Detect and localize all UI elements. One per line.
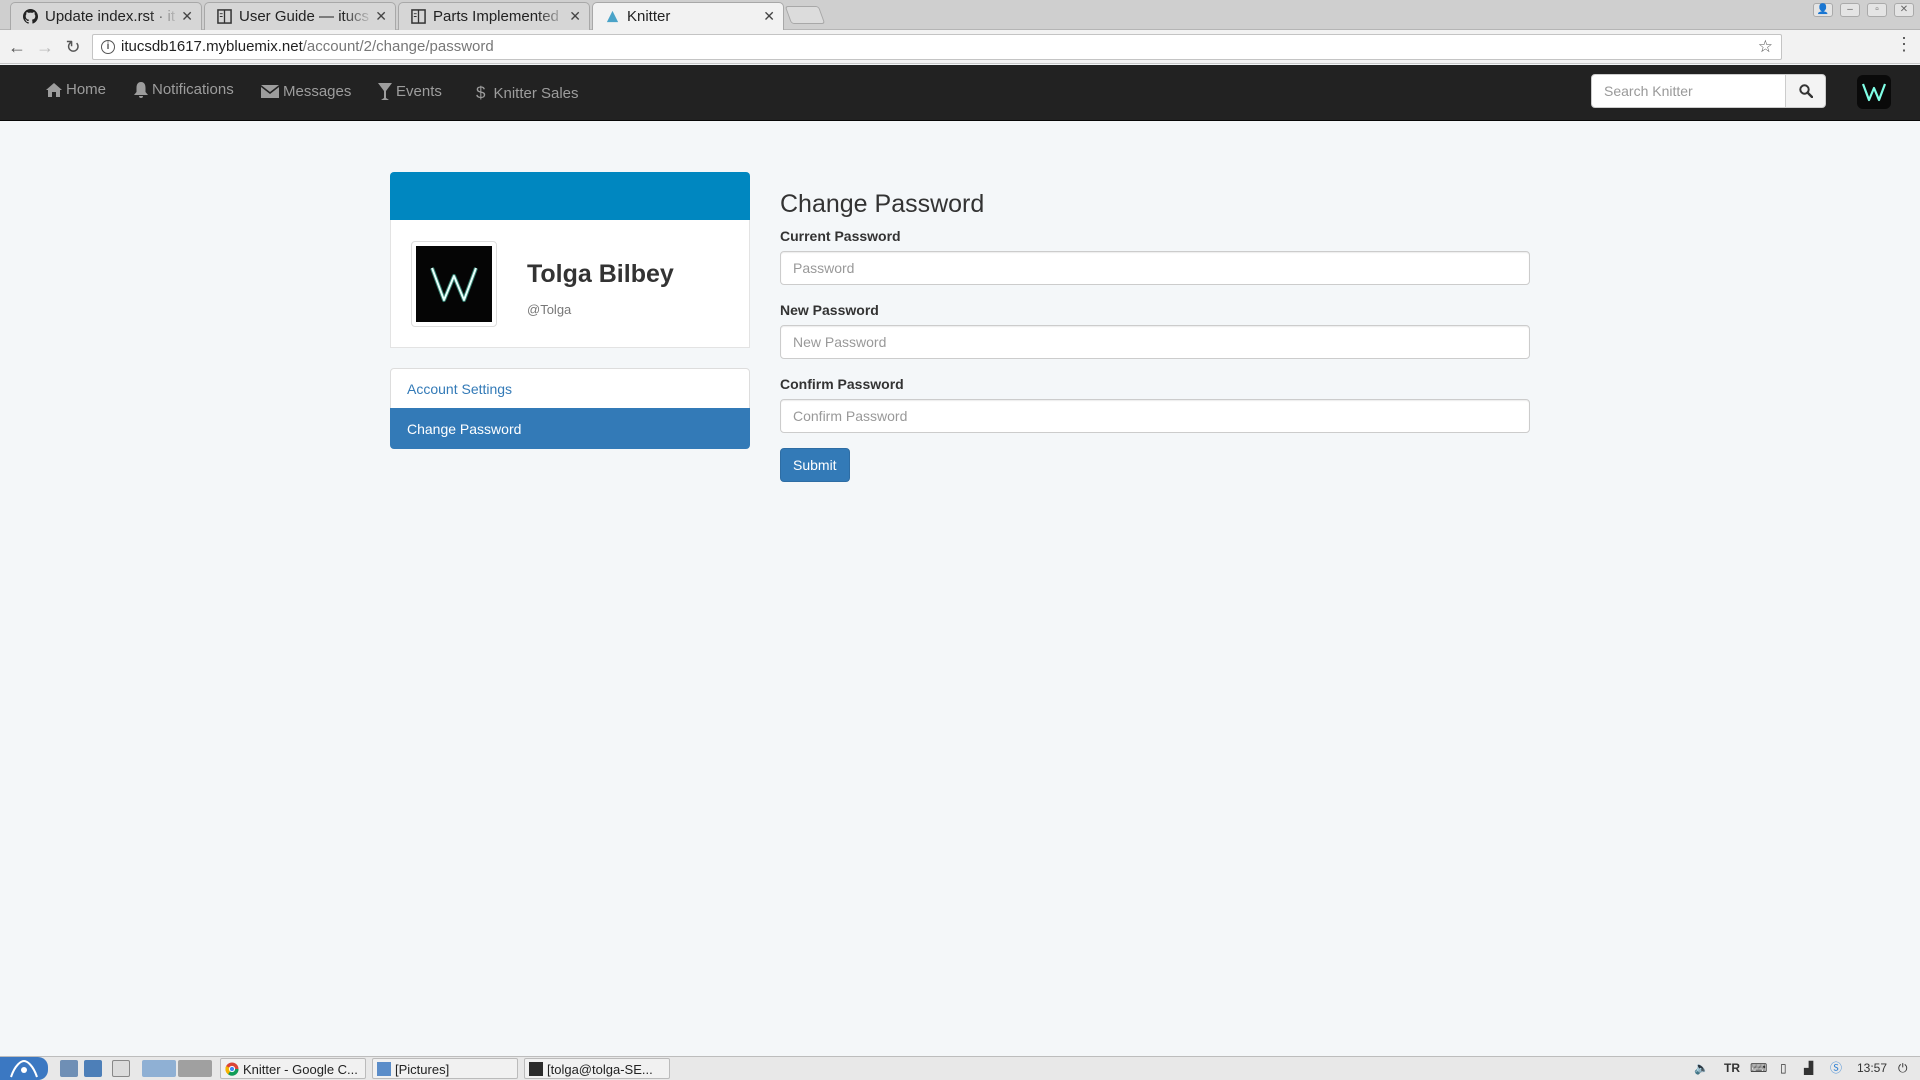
browser-tab[interactable]: Parts Implemented ✕ (398, 2, 590, 30)
taskbar-window-label: [Pictures] (395, 1062, 450, 1077)
start-menu-button[interactable] (0, 1057, 48, 1080)
close-icon[interactable]: ✕ (763, 3, 775, 30)
sidebar-item-change-password[interactable]: Change Password (390, 408, 750, 449)
profile-banner (390, 172, 750, 220)
browser-tab-strip: Update index.rst · it ✕ User Guide — itu… (0, 0, 1920, 30)
close-icon[interactable]: ✕ (569, 3, 581, 30)
document-icon (217, 9, 232, 24)
profile-card: Tolga Bilbey @Tolga (390, 172, 750, 348)
nav-label: Notifications (152, 81, 234, 98)
forward-icon[interactable]: → (34, 36, 56, 58)
knitter-icon (606, 10, 619, 23)
nav-events[interactable]: Events (378, 83, 442, 100)
network-icon[interactable] (84, 1060, 102, 1077)
address-bar[interactable]: i itucsdb1617.mybluemix.net/account/2/ch… (92, 34, 1782, 60)
avatar (411, 241, 497, 327)
info-icon[interactable]: i (101, 40, 115, 54)
battery-icon[interactable]: ▯ (1780, 1057, 1787, 1080)
envelope-icon (261, 85, 279, 98)
nav-knitter-sales[interactable]: $ Knitter Sales (476, 83, 579, 103)
profile-name: Tolga Bilbey (527, 260, 674, 288)
nav-label: Messages (283, 83, 352, 100)
signal-icon[interactable]: ▟ (1804, 1057, 1813, 1080)
keyboard-layout[interactable]: TR (1724, 1057, 1740, 1080)
dollar-icon: $ (476, 83, 486, 102)
keyboard-icon[interactable]: ⌨ (1750, 1057, 1767, 1080)
current-password-label: Current Password (780, 228, 901, 244)
url-host: itucsdb1617.mybluemix.net (121, 38, 303, 55)
start-menu-icon (10, 1059, 38, 1078)
back-icon[interactable]: ← (6, 36, 28, 58)
minimize-icon[interactable]: – (1840, 3, 1860, 17)
reload-icon[interactable]: ↻ (62, 36, 84, 58)
profile-handle: @Tolga (527, 302, 572, 317)
browser-tab[interactable]: Update index.rst · it ✕ (10, 2, 202, 30)
navbar-search (1591, 74, 1826, 108)
avatar[interactable] (1857, 75, 1891, 109)
taskbar-window-label: [tolga@tolga-SE... (547, 1062, 653, 1077)
submit-button[interactable]: Submit (780, 448, 850, 482)
settings-menu: Account Settings Change Password (390, 368, 750, 449)
taskbar-window-pictures[interactable]: [Pictures] (372, 1058, 518, 1079)
new-tab-button[interactable] (784, 6, 826, 24)
taskbar-window-label: Knitter - Google C... (243, 1062, 358, 1077)
nav-notifications[interactable]: Notifications (134, 81, 234, 98)
bookmark-star-icon[interactable]: ☆ (1758, 35, 1773, 59)
window-icon[interactable] (112, 1060, 130, 1077)
skype-icon[interactable]: Ⓢ (1830, 1057, 1842, 1080)
search-button[interactable] (1785, 74, 1826, 108)
confirm-password-label: Confirm Password (780, 376, 904, 392)
url-path: /account/2/change/password (302, 38, 494, 55)
new-password-label: New Password (780, 302, 879, 318)
power-icon[interactable]: ⏻ (1898, 1057, 1908, 1080)
clock: 13:57 (1857, 1061, 1888, 1075)
taskbar-window-terminal[interactable]: [tolga@tolga-SE... (524, 1058, 670, 1079)
url-text: itucsdb1617.mybluemix.net/account/2/chan… (121, 35, 494, 59)
close-icon[interactable]: ✕ (375, 3, 387, 30)
user-logo-icon (430, 267, 478, 302)
document-icon (411, 9, 426, 24)
terminal-icon (529, 1062, 543, 1076)
volume-icon[interactable]: 🔈 (1694, 1057, 1709, 1080)
close-icon[interactable]: ✕ (181, 3, 193, 30)
glass-icon (378, 83, 392, 100)
folder-icon (377, 1062, 391, 1076)
form-group-current-password: Current Password (780, 226, 1530, 285)
maximize-icon[interactable]: ▫ (1867, 3, 1887, 17)
user-logo-icon (1861, 83, 1887, 102)
confirm-password-field[interactable] (780, 399, 1530, 433)
nav-messages[interactable]: Messages (261, 83, 351, 100)
close-window-icon[interactable]: ✕ (1894, 3, 1914, 17)
change-password-form: Change Password Current Password New Pas… (780, 186, 1530, 482)
workspace-1-icon[interactable] (142, 1060, 176, 1077)
workspace-2-icon[interactable] (178, 1060, 212, 1077)
nav-label: Knitter Sales (493, 84, 579, 102)
page-title: Change Password (780, 190, 985, 218)
profile-body: Tolga Bilbey @Tolga (390, 220, 750, 348)
nav-home[interactable]: Home (46, 81, 106, 98)
app-navbar: Home Notifications Messages Events $ Kni… (0, 65, 1920, 121)
github-icon (23, 9, 38, 24)
browser-tab-active[interactable]: Knitter ✕ (592, 2, 784, 30)
taskbar-window-chrome[interactable]: Knitter - Google C... (220, 1058, 366, 1079)
nav-label: Events (396, 83, 442, 100)
form-group-confirm-password: Confirm Password (780, 374, 1530, 433)
browser-tab[interactable]: User Guide — itucs ✕ (204, 2, 396, 30)
search-input[interactable] (1591, 74, 1786, 108)
chrome-icon (225, 1062, 239, 1076)
home-icon (46, 82, 62, 97)
os-taskbar: Knitter - Google C... [Pictures] [tolga@… (0, 1056, 1920, 1080)
nav-label: Home (66, 81, 107, 98)
bell-icon (134, 81, 148, 98)
current-password-field[interactable] (780, 251, 1530, 285)
user-profile-icon[interactable]: 👤 (1813, 3, 1833, 17)
form-group-new-password: New Password (780, 300, 1530, 359)
search-icon (1798, 84, 1813, 98)
file-manager-icon[interactable] (60, 1060, 78, 1077)
tab-title: Knitter (627, 8, 671, 25)
browser-toolbar: ← → ↻ i itucsdb1617.mybluemix.net/accoun… (0, 30, 1920, 64)
new-password-field[interactable] (780, 325, 1530, 359)
browser-menu-icon[interactable]: ⋮ (1895, 34, 1913, 55)
sidebar-item-account-settings[interactable]: Account Settings (390, 368, 750, 409)
